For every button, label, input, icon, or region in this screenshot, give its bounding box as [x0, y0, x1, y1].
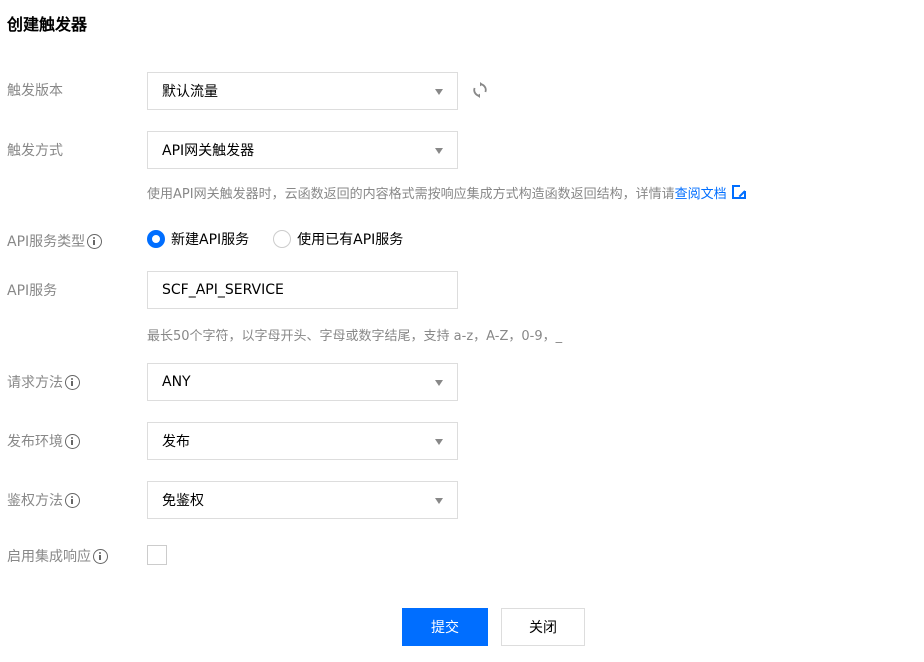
request-method-label-text: 请求方法: [7, 375, 63, 391]
request-method-select[interactable]: ANY: [147, 363, 458, 401]
refresh-icon[interactable]: [472, 82, 488, 98]
publish-env-label: 发布环境: [7, 431, 80, 451]
trigger-method-label: 触发方式: [7, 140, 63, 160]
request-method-label: 请求方法: [7, 372, 80, 392]
caret-down-icon: [435, 89, 443, 95]
info-icon[interactable]: [93, 548, 108, 564]
trigger-method-hint: 使用API网关触发器时，云函数返回的内容格式需按响应集成方式构造函数返回结构，详…: [147, 183, 746, 202]
auth-method-label: 鉴权方法: [7, 490, 80, 510]
api-service-hint: 最长50个字符，以字母开头、字母或数字结尾，支持 a-z，A-Z，0-9，_: [147, 329, 563, 344]
integration-response-label-text: 启用集成响应: [7, 549, 91, 565]
api-service-input[interactable]: SCF_API_SERVICE: [147, 271, 458, 309]
api-service-type-label-text: API服务类型: [7, 234, 86, 250]
info-icon[interactable]: [65, 374, 80, 390]
radio-existing-api-service[interactable]: 使用已有API服务: [273, 229, 403, 249]
api-service-type-radio-group: 新建API服务 使用已有API服务: [147, 229, 427, 249]
submit-button[interactable]: 提交: [402, 608, 488, 646]
caret-down-icon: [435, 380, 443, 386]
api-service-label: API服务: [7, 280, 57, 300]
close-button[interactable]: 关闭: [501, 608, 585, 646]
caret-down-icon: [435, 498, 443, 504]
page-title: 创建触发器: [7, 15, 88, 34]
info-icon[interactable]: [65, 433, 80, 449]
trigger-version-select[interactable]: 默认流量: [147, 72, 458, 110]
trigger-method-hint-text: 使用API网关触发器时，云函数返回的内容格式需按响应集成方式构造函数返回结构，详…: [147, 187, 675, 202]
radio-unselected-icon: [273, 230, 292, 248]
auth-method-select[interactable]: 免鉴权: [147, 481, 458, 519]
info-icon[interactable]: [87, 233, 103, 249]
publish-env-select[interactable]: 发布: [147, 422, 458, 460]
trigger-method-label-text: 触发方式: [7, 143, 63, 159]
caret-down-icon: [435, 439, 443, 445]
request-method-value: ANY: [162, 374, 191, 390]
api-service-value: SCF_API_SERVICE: [162, 282, 284, 298]
radio-new-api-service[interactable]: 新建API服务: [147, 229, 249, 249]
integration-response-checkbox[interactable]: [147, 545, 167, 565]
api-service-label-text: API服务: [7, 283, 58, 299]
radio-existing-api-service-label: 使用已有API服务: [297, 232, 404, 248]
publish-env-value: 发布: [162, 434, 190, 450]
trigger-version-label: 触发版本: [7, 80, 63, 100]
trigger-method-value: API网关触发器: [162, 143, 255, 159]
auth-method-value: 免鉴权: [162, 493, 204, 509]
caret-down-icon: [435, 148, 443, 154]
radio-new-api-service-label: 新建API服务: [171, 232, 250, 248]
publish-env-label-text: 发布环境: [7, 434, 63, 450]
api-service-type-label: API服务类型: [7, 231, 103, 251]
integration-response-label: 启用集成响应: [7, 546, 108, 566]
radio-selected-icon: [147, 230, 165, 248]
trigger-version-value: 默认流量: [162, 84, 218, 100]
external-link-icon[interactable]: [731, 185, 746, 199]
trigger-version-label-text: 触发版本: [7, 83, 63, 99]
info-icon[interactable]: [65, 492, 80, 508]
auth-method-label-text: 鉴权方法: [7, 493, 63, 509]
view-docs-link[interactable]: 查阅文档: [675, 187, 727, 202]
trigger-method-select[interactable]: API网关触发器: [147, 131, 458, 169]
